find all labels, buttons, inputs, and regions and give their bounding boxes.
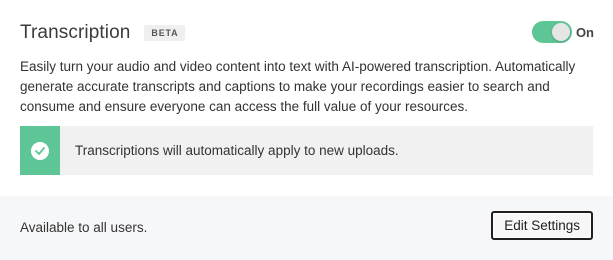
feature-toggle-group: On [531,20,594,44]
feature-header: Transcription BETA [20,20,186,46]
feature-description: Easily turn your audio and video content… [20,59,576,114]
toggle-label: On [575,24,594,40]
transcription-settings-card: Transcription BETA On Easily turn your a… [0,0,613,260]
notice-text: Transcriptions will automatically apply … [75,143,399,158]
edit-settings-button[interactable]: Edit Settings [491,211,593,240]
notice-accent-stripe [20,126,60,175]
check-circle-icon [31,141,49,160]
feature-title: Transcription [20,22,131,43]
feature-section: Transcription BETA On Easily turn your a… [0,0,613,196]
feature-footer: Available to all users. Edit Settings [0,196,613,260]
availability-text: Available to all users. [20,220,148,235]
toggle-knob [551,23,570,41]
notice-banner: Transcriptions will automatically apply … [20,126,593,175]
beta-badge: BETA [144,25,186,41]
feature-toggle[interactable] [531,21,572,43]
